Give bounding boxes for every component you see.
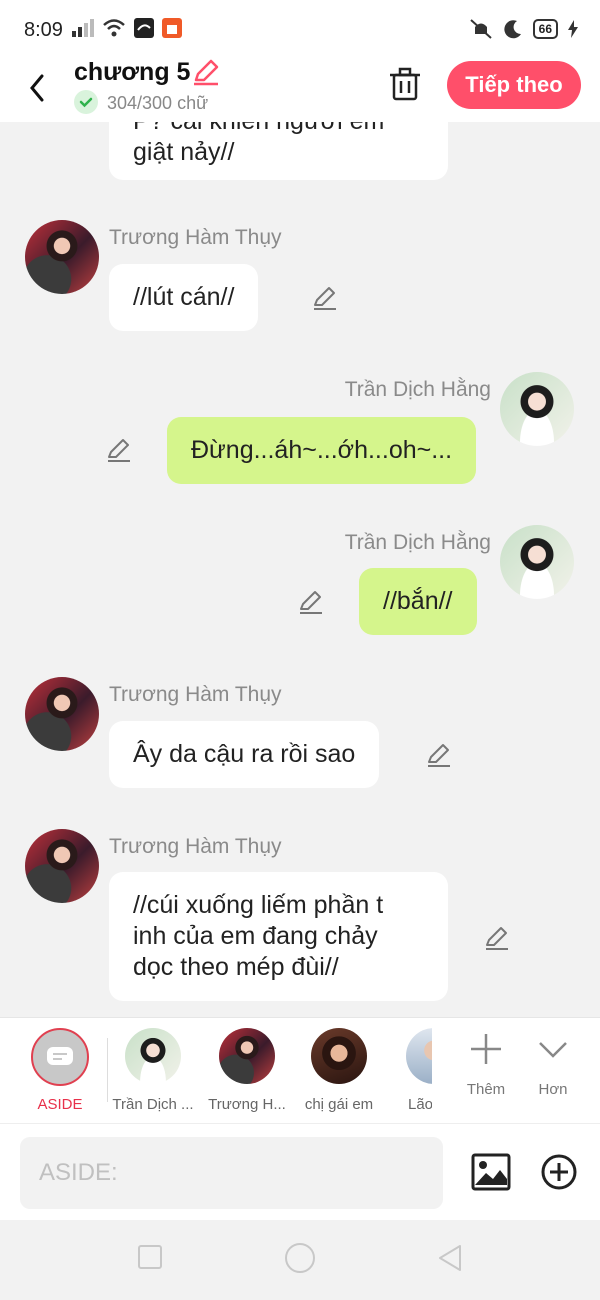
- message-text: Ây da cậu ra rồi sao: [133, 740, 356, 768]
- character-chi-gai-em[interactable]: chị gái em: [294, 1028, 384, 1113]
- status-time: 8:09: [24, 19, 63, 41]
- avatar: [219, 1028, 275, 1084]
- chat-area[interactable]: P? cái khiến người em giật nảy// Trương …: [0, 122, 600, 1017]
- next-button[interactable]: Tiếp theo: [447, 61, 581, 109]
- avatar[interactable]: [25, 829, 99, 903]
- message-bubble[interactable]: //lút cán//: [109, 264, 259, 331]
- character-tran-dich-hang[interactable]: Trần Dịch ...: [108, 1028, 198, 1113]
- avatar: [311, 1028, 367, 1084]
- add-character-button[interactable]: Thêm: [451, 1032, 521, 1098]
- speaker-name: Trần Dịch Hằng: [344, 531, 491, 554]
- avatar[interactable]: [25, 677, 99, 751]
- edit-message-pencil-icon[interactable]: [426, 742, 452, 768]
- character-aside[interactable]: ASIDE: [15, 1028, 105, 1113]
- wifi-icon: [103, 19, 125, 37]
- edit-title-pencil-icon[interactable]: [192, 58, 220, 86]
- chevron-down-icon: [539, 1042, 567, 1058]
- speaker-name: Trần Dịch Hằng: [344, 378, 491, 401]
- avatar: [125, 1028, 181, 1084]
- editor-header: chương 5 304/300 chữ Tiếp theo: [0, 58, 600, 122]
- edit-message-pencil-icon[interactable]: [106, 437, 132, 463]
- message-bubble[interactable]: //cúi xuống liếm phần t inh của em đang …: [109, 872, 448, 1001]
- speaker-name: Trương Hàm Thụy: [109, 835, 282, 858]
- mute-icon: [469, 19, 492, 39]
- chapter-title: chương 5: [74, 58, 191, 86]
- add-label: Thêm: [466, 1081, 506, 1098]
- message-text: //lút cán//: [133, 283, 235, 311]
- shopping-notification-icon: [162, 18, 182, 38]
- more-button[interactable]: Hơn: [518, 1032, 588, 1098]
- more-label: Hơn: [538, 1081, 568, 1098]
- message-text: //bắn//: [383, 587, 453, 615]
- trash-icon[interactable]: [389, 66, 421, 102]
- avatar[interactable]: [25, 220, 99, 294]
- back-triangle-icon[interactable]: [436, 1244, 464, 1272]
- add-circle-icon[interactable]: [541, 1154, 577, 1190]
- character-selector: ASIDE Trần Dịch ... Trương H... chị gái …: [0, 1017, 600, 1123]
- message-bubble[interactable]: P? cái khiến người em giật nảy//: [109, 122, 448, 180]
- edit-message-pencil-icon[interactable]: [298, 589, 324, 615]
- character-label: Lão: [408, 1096, 432, 1113]
- home-circle-icon[interactable]: [284, 1242, 316, 1274]
- character-label: ASIDE: [37, 1096, 83, 1113]
- character-truong-ham-thuy[interactable]: Trương H...: [202, 1028, 292, 1113]
- check-icon: [74, 90, 98, 114]
- message-input[interactable]: [20, 1137, 443, 1209]
- plus-icon: [471, 1034, 501, 1064]
- app-notification-icon: [134, 18, 154, 38]
- message-text: P? cái khiến người em giật nảy//: [133, 122, 384, 166]
- message-bubble[interactable]: Đừng...áh~...ớh...oh~...: [167, 417, 477, 484]
- input-bar: [0, 1123, 600, 1220]
- avatar[interactable]: [500, 372, 574, 446]
- status-left-icons: [72, 18, 182, 38]
- word-count: 304/300 chữ: [107, 93, 209, 113]
- message-text: Đừng...áh~...ớh...oh~...: [191, 436, 453, 464]
- signal-icon: [72, 19, 94, 37]
- moon-icon: [504, 20, 521, 39]
- edit-message-pencil-icon[interactable]: [312, 285, 338, 311]
- avatar: [406, 1028, 432, 1084]
- character-label: Trương H...: [208, 1096, 286, 1113]
- avatar[interactable]: [500, 525, 574, 599]
- system-navigation-bar: [0, 1220, 600, 1300]
- image-icon[interactable]: [471, 1153, 511, 1191]
- edit-message-pencil-icon[interactable]: [484, 925, 510, 951]
- character-label: chị gái em: [304, 1096, 374, 1113]
- back-arrow-icon[interactable]: [22, 66, 54, 106]
- battery-level: 66: [532, 19, 558, 39]
- message-icon: [47, 1047, 73, 1065]
- speaker-name: Trương Hàm Thụy: [109, 226, 282, 249]
- character-label: Trần Dịch ...: [112, 1096, 194, 1113]
- speaker-name: Trương Hàm Thụy: [109, 683, 282, 706]
- charging-icon: [568, 20, 578, 38]
- message-bubble[interactable]: //bắn//: [359, 568, 477, 635]
- recents-square-icon[interactable]: [137, 1244, 163, 1270]
- status-right-icons: 66: [469, 18, 578, 40]
- message-bubble[interactable]: Ây da cậu ra rồi sao: [109, 721, 380, 788]
- character-lao[interactable]: Lão: [376, 1028, 432, 1113]
- aside-avatar: [31, 1028, 89, 1086]
- status-bar: 8:09 66: [0, 0, 600, 58]
- message-text: //cúi xuống liếm phần t inh của em đang …: [133, 891, 384, 981]
